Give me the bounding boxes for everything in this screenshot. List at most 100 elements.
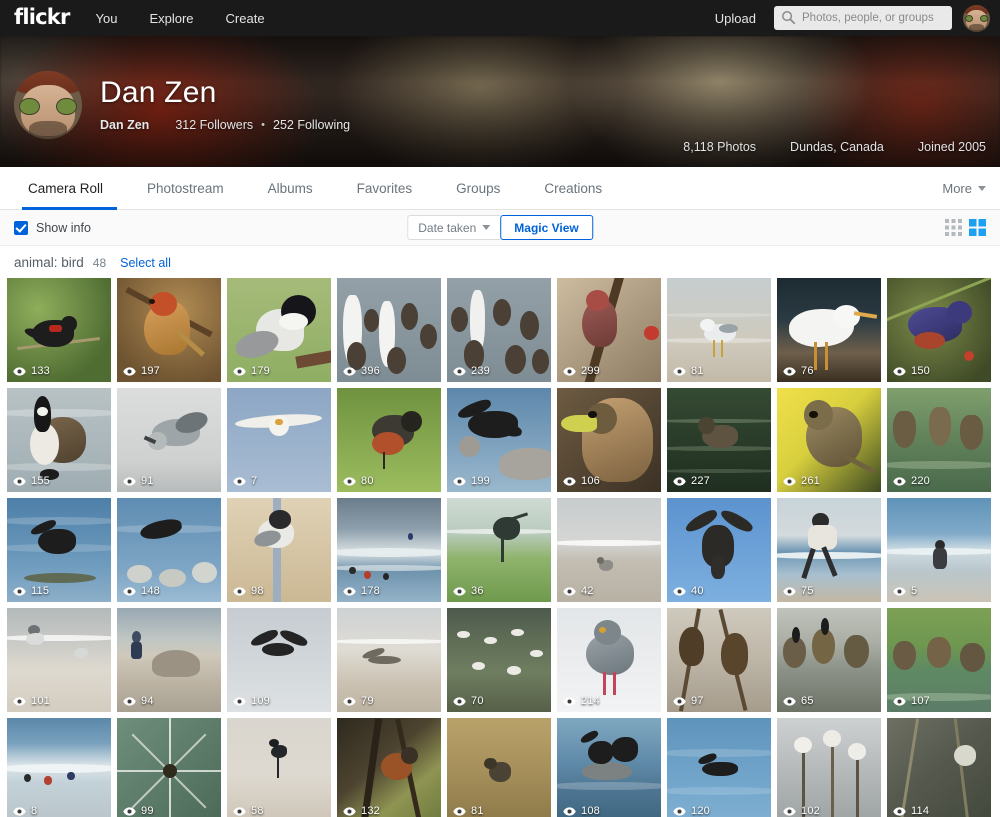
photo-tile[interactable]: 58 — [227, 718, 331, 817]
sort-dropdown[interactable]: Date taken — [407, 215, 501, 240]
nav-item-explore[interactable]: Explore — [149, 11, 193, 26]
tab-albums[interactable]: Albums — [246, 167, 335, 209]
photo-tile[interactable]: 80 — [337, 388, 441, 492]
photo-tile[interactable]: 97 — [667, 608, 771, 712]
photo-tile[interactable]: 197 — [117, 278, 221, 382]
photo-tile[interactable]: 148 — [117, 498, 221, 602]
grid-small-icon[interactable] — [945, 219, 962, 236]
photo-thumbnail — [777, 498, 881, 602]
photo-thumbnail — [7, 388, 111, 492]
photo-tile[interactable]: 76 — [777, 278, 881, 382]
nav-item-create[interactable]: Create — [226, 11, 265, 26]
photo-thumbnail — [887, 388, 991, 492]
photo-thumbnail — [117, 388, 221, 492]
photo-thumbnail — [557, 388, 661, 492]
more-tabs-button[interactable]: More — [942, 167, 986, 209]
followers-count[interactable]: 312 Followers — [175, 118, 253, 132]
photo-tile[interactable]: 91 — [117, 388, 221, 492]
photo-tile[interactable]: 220 — [887, 388, 991, 492]
profile-username[interactable]: Dan Zen — [100, 118, 149, 132]
photo-thumbnail — [667, 718, 771, 817]
photo-tile[interactable]: 81 — [447, 718, 551, 817]
profile-text-block: Dan Zen Dan Zen 312 Followers • 252 Foll… — [100, 77, 350, 132]
tab-creations[interactable]: Creations — [522, 167, 624, 209]
photo-tile[interactable]: 239 — [447, 278, 551, 382]
photo-tile[interactable]: 227 — [667, 388, 771, 492]
photo-tile[interactable]: 5 — [887, 498, 991, 602]
page-title: Dan Zen — [100, 76, 217, 110]
photo-tile[interactable]: 94 — [117, 608, 221, 712]
joined-date: Joined 2005 — [917, 140, 986, 154]
photo-tile[interactable]: 109 — [227, 608, 331, 712]
photo-tile[interactable]: 114 — [887, 718, 991, 817]
photo-tile[interactable]: 36 — [447, 498, 551, 602]
magic-view-button[interactable]: Magic View — [500, 215, 593, 240]
show-info-checkbox[interactable] — [14, 220, 28, 235]
photo-tile[interactable]: 179 — [227, 278, 331, 382]
photo-tile[interactable]: 40 — [667, 498, 771, 602]
tab-favorites[interactable]: Favorites — [335, 167, 435, 209]
photo-thumbnail — [887, 278, 991, 382]
grid-large-icon[interactable] — [969, 219, 986, 236]
photo-tile[interactable]: 101 — [7, 608, 111, 712]
photo-thumbnail — [777, 388, 881, 492]
photo-tile[interactable]: 70 — [447, 608, 551, 712]
photo-tile[interactable]: 42 — [557, 498, 661, 602]
profile-location: Dundas, Canada — [790, 140, 884, 154]
photo-thumbnail — [667, 278, 771, 382]
nav-item-you[interactable]: You — [96, 11, 118, 26]
photo-thumbnail — [447, 718, 551, 817]
upload-button[interactable]: Upload — [715, 11, 756, 26]
photo-tile[interactable]: 98 — [227, 498, 331, 602]
photo-thumbnail — [777, 718, 881, 817]
photo-tile[interactable]: 155 — [7, 388, 111, 492]
tag-filter-bar: animal: bird 48 Select all — [0, 246, 1000, 274]
photo-tile[interactable]: 199 — [447, 388, 551, 492]
photo-tile[interactable]: 99 — [117, 718, 221, 817]
profile-avatar[interactable] — [14, 70, 82, 139]
photo-tile[interactable]: 79 — [337, 608, 441, 712]
search-input[interactable] — [800, 11, 952, 25]
photo-tile[interactable]: 115 — [7, 498, 111, 602]
photo-tile[interactable]: 299 — [557, 278, 661, 382]
photo-tile[interactable]: 75 — [777, 498, 881, 602]
photo-tile[interactable]: 132 — [337, 718, 441, 817]
tab-photostream[interactable]: Photostream — [125, 167, 246, 209]
following-count[interactable]: 252 Following — [273, 118, 350, 132]
photo-thumbnail — [887, 718, 991, 817]
user-avatar-icon[interactable] — [963, 4, 990, 32]
photo-tile[interactable]: 8 — [7, 718, 111, 817]
show-info-toggle[interactable]: Show info — [14, 220, 91, 235]
search-box[interactable] — [774, 6, 952, 30]
tab-camera-roll[interactable]: Camera Roll — [14, 167, 125, 210]
photo-thumbnail — [887, 608, 991, 712]
photo-thumbnail — [667, 388, 771, 492]
profile-tabs-bar: Camera Roll Photostream Albums Favorites… — [0, 167, 1000, 210]
flickr-logo[interactable]: flickr — [14, 6, 70, 30]
photo-tile[interactable]: 133 — [7, 278, 111, 382]
photo-tile[interactable]: 102 — [777, 718, 881, 817]
photo-tile[interactable]: 7 — [227, 388, 331, 492]
show-info-label: Show info — [36, 220, 91, 235]
photo-tile[interactable]: 178 — [337, 498, 441, 602]
photo-tile[interactable]: 150 — [887, 278, 991, 382]
photo-tile[interactable]: 81 — [667, 278, 771, 382]
top-nav-right-group: Upload — [715, 4, 990, 32]
photo-thumbnail — [227, 498, 331, 602]
photo-tile[interactable]: 214 — [557, 608, 661, 712]
photo-thumbnail — [227, 388, 331, 492]
profile-banner: Dan Zen Dan Zen 312 Followers • 252 Foll… — [0, 36, 1000, 167]
photo-tile[interactable]: 120 — [667, 718, 771, 817]
profile-stats: 8,118 Photos Dundas, Canada Joined 2005 — [649, 140, 986, 154]
avatar-face — [963, 4, 990, 32]
photo-tile[interactable]: 106 — [557, 388, 661, 492]
photo-thumbnail — [777, 608, 881, 712]
select-all-link[interactable]: Select all — [120, 256, 171, 270]
photo-tile[interactable]: 396 — [337, 278, 441, 382]
photo-tile[interactable]: 108 — [557, 718, 661, 817]
photo-tile[interactable]: 107 — [887, 608, 991, 712]
tab-groups[interactable]: Groups — [434, 167, 522, 209]
photo-tile[interactable]: 65 — [777, 608, 881, 712]
photo-thumbnail — [117, 718, 221, 817]
photo-tile[interactable]: 261 — [777, 388, 881, 492]
